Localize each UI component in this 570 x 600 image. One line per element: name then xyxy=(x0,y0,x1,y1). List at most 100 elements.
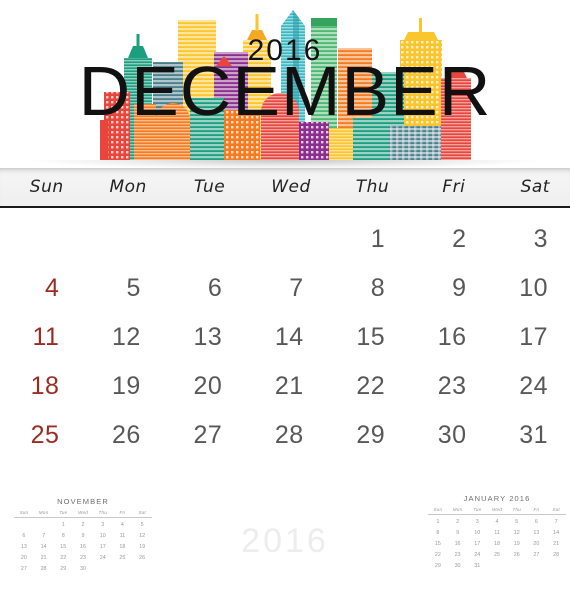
day-cell[interactable]: 16 xyxy=(407,313,488,362)
mini-day-cell[interactable]: 22 xyxy=(428,550,448,561)
mini-day-cell[interactable] xyxy=(113,564,133,575)
mini-day-cell[interactable]: 21 xyxy=(546,539,566,550)
mini-day-cell[interactable]: 7 xyxy=(546,517,566,528)
day-cell[interactable]: 15 xyxy=(326,313,407,362)
mini-day-cell[interactable]: 28 xyxy=(546,550,566,561)
mini-day-cell[interactable] xyxy=(132,564,152,575)
mini-day-cell[interactable]: 31 xyxy=(467,561,487,572)
day-cell[interactable]: 27 xyxy=(163,411,244,460)
mini-day-cell[interactable]: 11 xyxy=(487,528,507,539)
day-cell[interactable]: 29 xyxy=(326,411,407,460)
mini-day-cell[interactable]: 27 xyxy=(527,550,547,561)
mini-day-cell[interactable] xyxy=(487,561,507,572)
day-cell[interactable]: 10 xyxy=(489,264,570,313)
day-cell[interactable] xyxy=(0,215,81,264)
day-cell[interactable]: 25 xyxy=(0,411,81,460)
mini-day-cell[interactable] xyxy=(93,564,113,575)
day-cell[interactable] xyxy=(163,215,244,264)
day-cell[interactable]: 19 xyxy=(81,362,162,411)
mini-day-cell[interactable]: 9 xyxy=(448,528,468,539)
mini-day-cell[interactable]: 17 xyxy=(93,542,113,553)
day-cell[interactable]: 7 xyxy=(244,264,325,313)
mini-day-cell[interactable]: 14 xyxy=(34,542,54,553)
day-cell[interactable]: 26 xyxy=(81,411,162,460)
mini-day-cell[interactable] xyxy=(34,520,54,531)
day-cell[interactable]: 12 xyxy=(81,313,162,362)
mini-day-cell[interactable]: 27 xyxy=(14,564,34,575)
day-cell[interactable]: 9 xyxy=(407,264,488,313)
mini-day-cell[interactable]: 14 xyxy=(546,528,566,539)
mini-day-cell[interactable]: 6 xyxy=(14,531,34,542)
day-cell[interactable]: 30 xyxy=(407,411,488,460)
day-cell[interactable]: 1 xyxy=(326,215,407,264)
mini-day-cell[interactable]: 13 xyxy=(14,542,34,553)
mini-day-cell[interactable]: 10 xyxy=(467,528,487,539)
mini-day-cell[interactable] xyxy=(546,561,566,572)
mini-day-cell[interactable]: 12 xyxy=(507,528,527,539)
mini-day-cell[interactable]: 15 xyxy=(53,542,73,553)
mini-day-cell[interactable]: 4 xyxy=(113,520,133,531)
mini-day-cell[interactable]: 6 xyxy=(527,517,547,528)
mini-day-cell[interactable]: 18 xyxy=(113,542,133,553)
mini-day-cell[interactable]: 19 xyxy=(132,542,152,553)
mini-day-cell[interactable] xyxy=(527,561,547,572)
mini-day-cell[interactable]: 24 xyxy=(467,550,487,561)
mini-day-cell[interactable]: 17 xyxy=(467,539,487,550)
day-cell[interactable]: 18 xyxy=(0,362,81,411)
mini-day-cell[interactable]: 16 xyxy=(73,542,93,553)
mini-day-cell[interactable]: 22 xyxy=(53,553,73,564)
day-cell[interactable]: 2 xyxy=(407,215,488,264)
mini-day-cell[interactable]: 23 xyxy=(448,550,468,561)
mini-day-cell[interactable]: 10 xyxy=(93,531,113,542)
day-cell[interactable]: 23 xyxy=(407,362,488,411)
mini-day-cell[interactable]: 26 xyxy=(132,553,152,564)
mini-day-cell[interactable]: 30 xyxy=(448,561,468,572)
mini-day-cell[interactable]: 4 xyxy=(487,517,507,528)
day-cell[interactable]: 21 xyxy=(244,362,325,411)
day-cell[interactable] xyxy=(244,215,325,264)
day-cell[interactable]: 8 xyxy=(326,264,407,313)
mini-day-cell[interactable]: 19 xyxy=(507,539,527,550)
day-cell[interactable]: 17 xyxy=(489,313,570,362)
mini-day-cell[interactable]: 5 xyxy=(507,517,527,528)
mini-day-cell[interactable] xyxy=(507,561,527,572)
mini-day-cell[interactable]: 8 xyxy=(428,528,448,539)
mini-day-cell[interactable]: 29 xyxy=(428,561,448,572)
mini-day-cell[interactable] xyxy=(14,520,34,531)
mini-day-cell[interactable]: 25 xyxy=(113,553,133,564)
mini-day-cell[interactable]: 3 xyxy=(467,517,487,528)
mini-day-cell[interactable]: 7 xyxy=(34,531,54,542)
mini-day-cell[interactable]: 2 xyxy=(73,520,93,531)
mini-day-cell[interactable]: 8 xyxy=(53,531,73,542)
day-cell[interactable]: 24 xyxy=(489,362,570,411)
mini-day-cell[interactable]: 11 xyxy=(113,531,133,542)
mini-day-cell[interactable]: 5 xyxy=(132,520,152,531)
day-cell[interactable]: 31 xyxy=(489,411,570,460)
day-cell[interactable]: 14 xyxy=(244,313,325,362)
day-cell[interactable]: 28 xyxy=(244,411,325,460)
day-cell[interactable]: 22 xyxy=(326,362,407,411)
mini-day-cell[interactable]: 28 xyxy=(34,564,54,575)
mini-day-cell[interactable]: 20 xyxy=(14,553,34,564)
mini-day-cell[interactable]: 1 xyxy=(53,520,73,531)
day-cell[interactable]: 20 xyxy=(163,362,244,411)
mini-day-cell[interactable]: 30 xyxy=(73,564,93,575)
day-cell[interactable] xyxy=(81,215,162,264)
mini-day-cell[interactable]: 3 xyxy=(93,520,113,531)
day-cell[interactable]: 4 xyxy=(0,264,81,313)
mini-day-cell[interactable]: 9 xyxy=(73,531,93,542)
mini-day-cell[interactable]: 15 xyxy=(428,539,448,550)
mini-day-cell[interactable]: 20 xyxy=(527,539,547,550)
mini-day-cell[interactable]: 12 xyxy=(132,531,152,542)
mini-day-cell[interactable]: 24 xyxy=(93,553,113,564)
day-cell[interactable]: 5 xyxy=(81,264,162,313)
mini-day-cell[interactable]: 23 xyxy=(73,553,93,564)
mini-day-cell[interactable]: 21 xyxy=(34,553,54,564)
day-cell[interactable]: 6 xyxy=(163,264,244,313)
mini-day-cell[interactable]: 29 xyxy=(53,564,73,575)
day-cell[interactable]: 11 xyxy=(0,313,81,362)
mini-day-cell[interactable]: 16 xyxy=(448,539,468,550)
mini-day-cell[interactable]: 13 xyxy=(527,528,547,539)
mini-day-cell[interactable]: 25 xyxy=(487,550,507,561)
mini-day-cell[interactable]: 26 xyxy=(507,550,527,561)
